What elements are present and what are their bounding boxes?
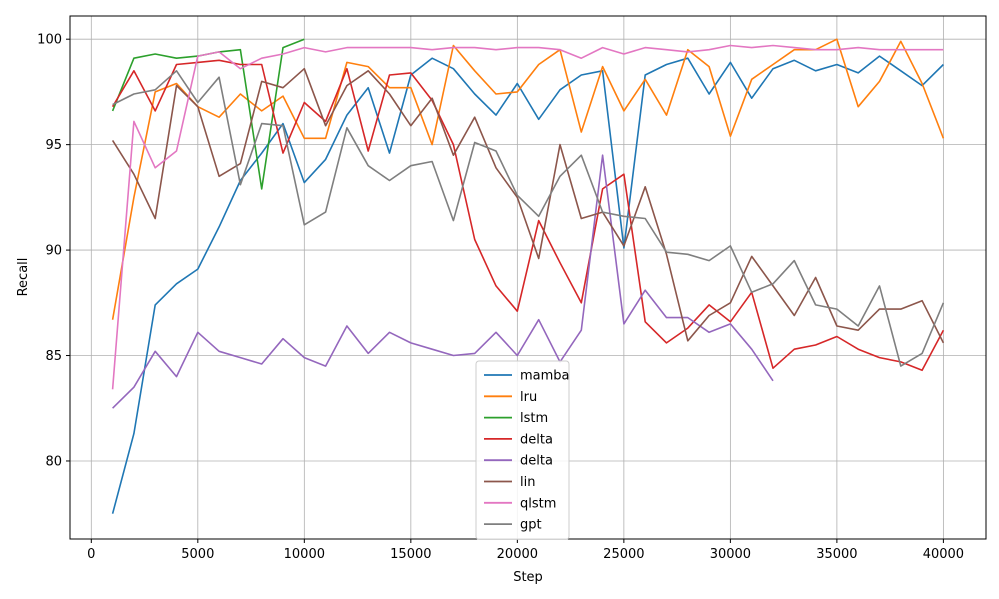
legend-label: lstm — [520, 411, 548, 426]
x-tick-label: 40000 — [923, 547, 964, 562]
legend-label: lin — [520, 475, 535, 490]
legend-label: gpt — [520, 518, 542, 533]
x-tick-label: 10000 — [284, 547, 325, 562]
y-tick-label: 90 — [45, 244, 62, 259]
line-chart: 0 5000 10000 15000 20000 25000 30000 35000 40000… — [0, 0, 999, 599]
y-tick-label: 80 — [45, 454, 62, 469]
legend-box — [475, 360, 570, 540]
legend-label: mamba — [520, 369, 570, 384]
x-tick-label: 20000 — [497, 547, 538, 562]
x-tick-label: 35000 — [816, 547, 857, 562]
y-tick-label: 100 — [37, 33, 62, 48]
legend-label: lru — [520, 390, 537, 405]
legend-label: qlstm — [520, 496, 556, 511]
y-tick-label: 85 — [45, 349, 62, 364]
legend-label: delta — [520, 432, 553, 447]
x-tick-label: 25000 — [603, 547, 644, 562]
x-tick-label: 30000 — [710, 547, 751, 562]
legend: mamba lru lstm delta delta lin qlstm gpt — [475, 360, 570, 540]
x-tick-label: 0 — [87, 547, 95, 562]
y-tick-label: 95 — [45, 138, 62, 153]
legend-label: delta — [520, 454, 553, 469]
x-tick-label: 5000 — [181, 547, 214, 562]
x-tick-label: 15000 — [390, 547, 431, 562]
y-axis-label: Recall — [16, 258, 31, 297]
x-axis-label: Step — [513, 570, 543, 585]
